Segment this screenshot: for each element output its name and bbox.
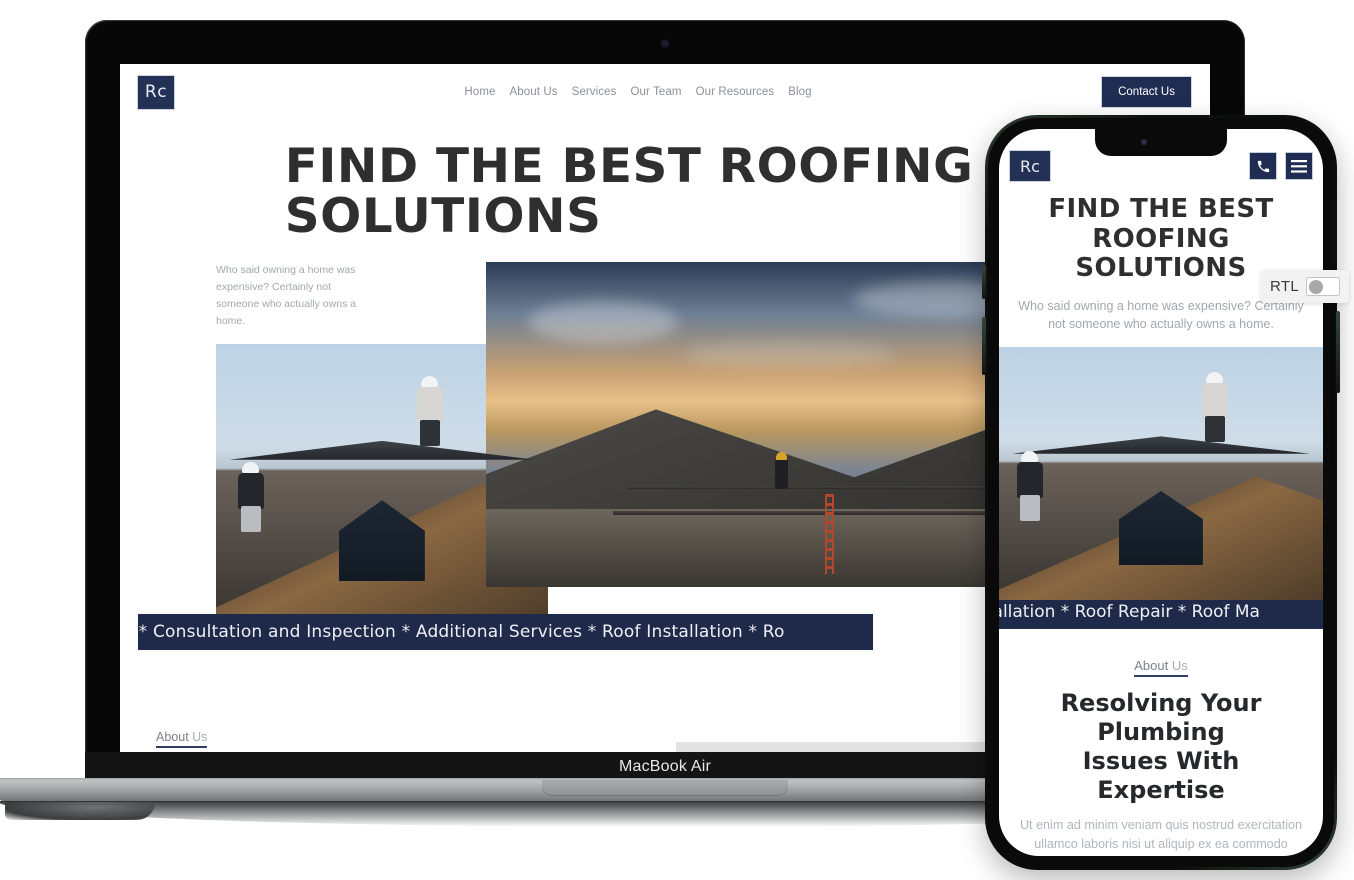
nav-item-about-us[interactable]: About Us bbox=[510, 86, 558, 98]
rtl-label: RTL bbox=[1270, 278, 1299, 295]
roof-gable-window bbox=[338, 500, 426, 582]
nav-item-services[interactable]: Services bbox=[572, 86, 617, 98]
hard-hat-icon bbox=[1205, 371, 1223, 383]
about-kicker: About Us bbox=[156, 729, 208, 748]
roof-gable-window bbox=[1118, 490, 1204, 566]
hard-hat-icon bbox=[421, 376, 439, 388]
worker-legs bbox=[240, 506, 261, 533]
smartphone-device: Rc FIND THE BEST ROOFING SOLUTIONS Who s… bbox=[982, 115, 1340, 870]
mobile-about-section: About Us Resolving Your Plumbing Issues … bbox=[999, 629, 1323, 856]
worker-torso bbox=[1201, 382, 1228, 419]
contact-us-button[interactable]: Contact Us bbox=[1101, 76, 1192, 108]
mobile-about-kicker-strong: About bbox=[1134, 658, 1169, 674]
ladder-icon bbox=[824, 493, 834, 574]
front-camera-icon bbox=[1141, 139, 1147, 145]
desktop-services-marquee: s * Consultation and Inspection * Additi… bbox=[138, 613, 873, 650]
mobile-menu-button[interactable] bbox=[1285, 152, 1313, 180]
phone-notch bbox=[1095, 129, 1227, 156]
mobile-about-heading-line-1: Resolving Your Plumbing bbox=[1060, 689, 1262, 746]
mobile-services-marquee: stallation * Roof Repair * Roof Ma bbox=[999, 595, 1323, 630]
desktop-nav-links: Home About Us Services Our Team Our Reso… bbox=[175, 86, 1101, 98]
hard-hat-icon bbox=[241, 462, 259, 474]
roofer-figure-upper bbox=[1200, 371, 1234, 446]
cloud-shape bbox=[528, 300, 679, 343]
nav-item-our-team[interactable]: Our Team bbox=[631, 86, 682, 98]
phone-volume-up-button[interactable] bbox=[982, 265, 986, 299]
hamburger-menu-icon bbox=[1291, 159, 1307, 173]
steel-beam bbox=[627, 486, 1037, 490]
rtl-toggle-knob bbox=[1308, 280, 1323, 294]
hero-left-column: Who said owning a home was expensive? Ce… bbox=[138, 262, 548, 614]
roof-ridge bbox=[1011, 436, 1311, 454]
desktop-hero-subtext: Who said owning a home was expensive? Ce… bbox=[216, 263, 357, 327]
mobile-about-kicker-light: Us bbox=[1168, 658, 1188, 674]
laptop-model-label: MacBook Air bbox=[618, 758, 711, 775]
phone-screen: Rc FIND THE BEST ROOFING SOLUTIONS Who s… bbox=[999, 129, 1323, 856]
laptop-base-notch bbox=[542, 780, 788, 796]
mobile-roof-illustration bbox=[999, 347, 1323, 596]
webcam-icon bbox=[661, 40, 669, 47]
about-kicker-light: Us bbox=[188, 729, 208, 744]
cloud-shape bbox=[683, 339, 894, 370]
phone-power-button[interactable] bbox=[1336, 311, 1340, 393]
mobile-site-logo[interactable]: Rc bbox=[1009, 150, 1051, 182]
hard-hat-icon bbox=[1021, 451, 1039, 463]
nav-item-blog[interactable]: Blog bbox=[788, 86, 811, 98]
mobile-marquee-text: stallation * Roof Repair * Roof Ma bbox=[999, 602, 1260, 623]
mobile-about-heading: Resolving Your Plumbing Issues With Expe… bbox=[1017, 689, 1305, 804]
about-kicker-strong: About bbox=[156, 729, 189, 744]
mockup-stage: Rc Home About Us Services Our Team Our R… bbox=[0, 0, 1354, 880]
mobile-about-heading-line-2: Issues With Expertise bbox=[1082, 746, 1240, 804]
mobile-hero-photo bbox=[999, 347, 1323, 596]
marquee-text: s * Consultation and Inspection * Additi… bbox=[138, 621, 785, 642]
mobile-about-kicker: About Us bbox=[1134, 658, 1188, 678]
worker-legs bbox=[420, 420, 441, 447]
nav-item-home[interactable]: Home bbox=[464, 86, 495, 98]
mobile-hero-title-line-1: FIND THE BEST bbox=[1048, 194, 1274, 224]
worker-legs bbox=[1204, 415, 1225, 442]
desktop-navbar: Rc Home About Us Services Our Team Our R… bbox=[120, 64, 1210, 120]
roofer-figure-lower bbox=[236, 462, 270, 536]
mobile-about-body: Ut enim ad minim veniam quis nostrud exe… bbox=[1019, 818, 1303, 852]
site-logo[interactable]: Rc bbox=[137, 74, 175, 110]
roofer-figure-upper bbox=[415, 376, 449, 450]
roofer-figure-lower bbox=[1015, 451, 1049, 525]
rtl-toggle-widget[interactable]: RTL bbox=[1261, 270, 1349, 303]
laptop-foot-left bbox=[5, 802, 155, 820]
worker-torso bbox=[417, 387, 444, 424]
worker-torso bbox=[237, 473, 264, 510]
worker-legs bbox=[1020, 495, 1041, 522]
rtl-toggle-switch[interactable] bbox=[1305, 277, 1340, 296]
phone-volume-down-button[interactable] bbox=[982, 317, 986, 375]
mobile-call-button[interactable] bbox=[1249, 152, 1277, 180]
worker-torso bbox=[1017, 462, 1044, 499]
phone-icon bbox=[1256, 159, 1271, 174]
nav-item-our-resources[interactable]: Our Resources bbox=[696, 86, 775, 98]
construction-worker-figure bbox=[775, 452, 789, 490]
